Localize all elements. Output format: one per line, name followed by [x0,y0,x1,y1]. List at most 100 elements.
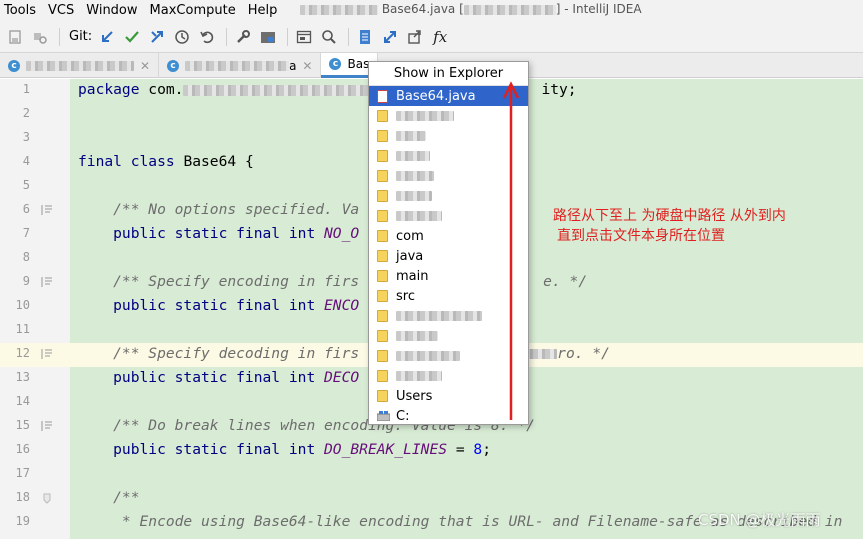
popup-item-folder[interactable] [369,146,528,166]
line-number: 16 [15,442,30,456]
close-icon[interactable]: ✕ [140,59,150,73]
line-number: 18 [15,490,30,504]
popup-item-folder[interactable]: main [369,266,528,286]
blurred-folder-name [396,351,460,361]
menu-vcs[interactable]: VCS [42,3,80,18]
code-text: public static final int ENCO [78,297,360,314]
popup-title: Show in Explorer [369,62,528,86]
popup-item-file[interactable]: Base64.java [369,86,528,106]
blurred-folder-name [396,371,442,381]
popup-item-folder[interactable]: Users [369,386,528,406]
popup-item-label: C: [396,408,410,424]
popup-item-label: Base64.java [396,88,476,104]
annotation-text-1: 路径从下至上 为硬盘中路径 从外到内 [553,208,786,224]
toolbar-separator [348,27,350,46]
git-update-icon[interactable] [96,26,118,48]
git-push-icon[interactable] [146,26,168,48]
folder-icon [377,330,388,342]
popup-item-folder[interactable] [369,166,528,186]
doc-comment-icon [41,349,52,359]
popup-item-folder[interactable] [369,306,528,326]
menu-window[interactable]: Window [80,3,143,18]
popup-item-folder[interactable] [369,126,528,146]
popup-item-folder[interactable]: src [369,286,528,306]
class-icon: c [329,58,342,70]
line-number: 3 [22,130,30,144]
folder-icon [377,190,388,202]
popup-item-folder[interactable] [369,206,528,226]
line-number: 17 [15,466,30,480]
search-icon[interactable] [318,26,340,48]
code-fragment: e. */ [543,273,588,290]
share-icon[interactable] [404,26,426,48]
toolbar-separator [287,27,289,46]
drive-icon [377,411,390,421]
save-icon[interactable] [4,26,26,48]
menu-tools[interactable]: Tools [0,3,42,18]
tab-file-1[interactable]: c ✕ [0,53,160,78]
folder-icon [377,270,388,282]
folder-icon [377,230,388,242]
git-commit-icon[interactable] [121,26,143,48]
line-number: 5 [22,178,30,192]
popup-item-label: src [396,288,415,304]
doc-comment-icon [41,277,52,287]
popup-item-folder[interactable] [369,346,528,366]
function-icon[interactable]: fx [429,26,451,48]
folder-icon [377,150,388,162]
folder-icon [377,210,388,222]
terminal-icon[interactable] [293,26,315,48]
tab-label: a [289,58,297,73]
window-title-file: Base64.java [ [381,2,464,16]
history-icon[interactable] [171,26,193,48]
code-fragment: ity; [541,81,577,98]
revert-icon[interactable] [196,26,218,48]
show-in-explorer-popup: Show in Explorer Base64.java com java ma… [368,61,529,425]
code-line: 17 [0,463,863,487]
menu-maxcompute[interactable]: MaxCompute [144,3,242,18]
code-text: public static final int DO_BREAK_LINES =… [78,441,491,458]
folder-icon [377,130,388,142]
wrench-icon[interactable] [232,26,254,48]
blurred-project-name [300,4,378,15]
blurred-folder-name [396,211,442,221]
line-number: 11 [15,322,30,336]
blurred-tab-label [185,60,290,71]
popup-item-folder[interactable] [369,326,528,346]
popup-item-folder[interactable] [369,106,528,126]
git-label: Git: [69,29,93,44]
blurred-folder-name [396,151,430,161]
line-number: 19 [15,514,30,528]
code-line: 18 /** [0,487,863,511]
menu-help[interactable]: Help [242,3,284,18]
popup-item-folder[interactable] [369,186,528,206]
toolbar-separator [226,27,228,46]
line-number: 13 [15,370,30,384]
project-structure-icon[interactable] [257,26,279,48]
code-fragment: ro. */ [557,345,610,362]
window-title: Base64.java [] - IntelliJ IDEA [300,2,642,16]
diff-icon[interactable] [379,26,401,48]
build-icon[interactable] [29,26,51,48]
line-number: 10 [15,298,30,312]
line-number: 1 [22,82,30,96]
code-text: public static final int DECO [78,369,360,386]
popup-item-drive[interactable]: C: [369,406,528,426]
popup-item-folder[interactable] [369,366,528,386]
folder-icon [377,370,388,382]
blurred-folder-name [396,311,482,321]
tab-file-2[interactable]: c a ✕ [159,53,322,78]
class-icon: c [167,59,180,72]
fold-marker-icon[interactable] [41,492,53,504]
popup-item-folder[interactable]: com [369,226,528,246]
popup-item-label: main [396,268,429,284]
close-icon[interactable]: ✕ [302,59,312,73]
watermark: CSDN @极光雨雨 [698,511,821,529]
popup-item-folder[interactable]: java [369,246,528,266]
bookmark-icon[interactable] [354,26,376,48]
line-number: 6 [22,202,30,216]
popup-item-label: Users [396,388,433,404]
line-number: 14 [15,394,30,408]
line-number: 7 [22,226,30,240]
code-text: public static final int NO_O [78,225,360,242]
